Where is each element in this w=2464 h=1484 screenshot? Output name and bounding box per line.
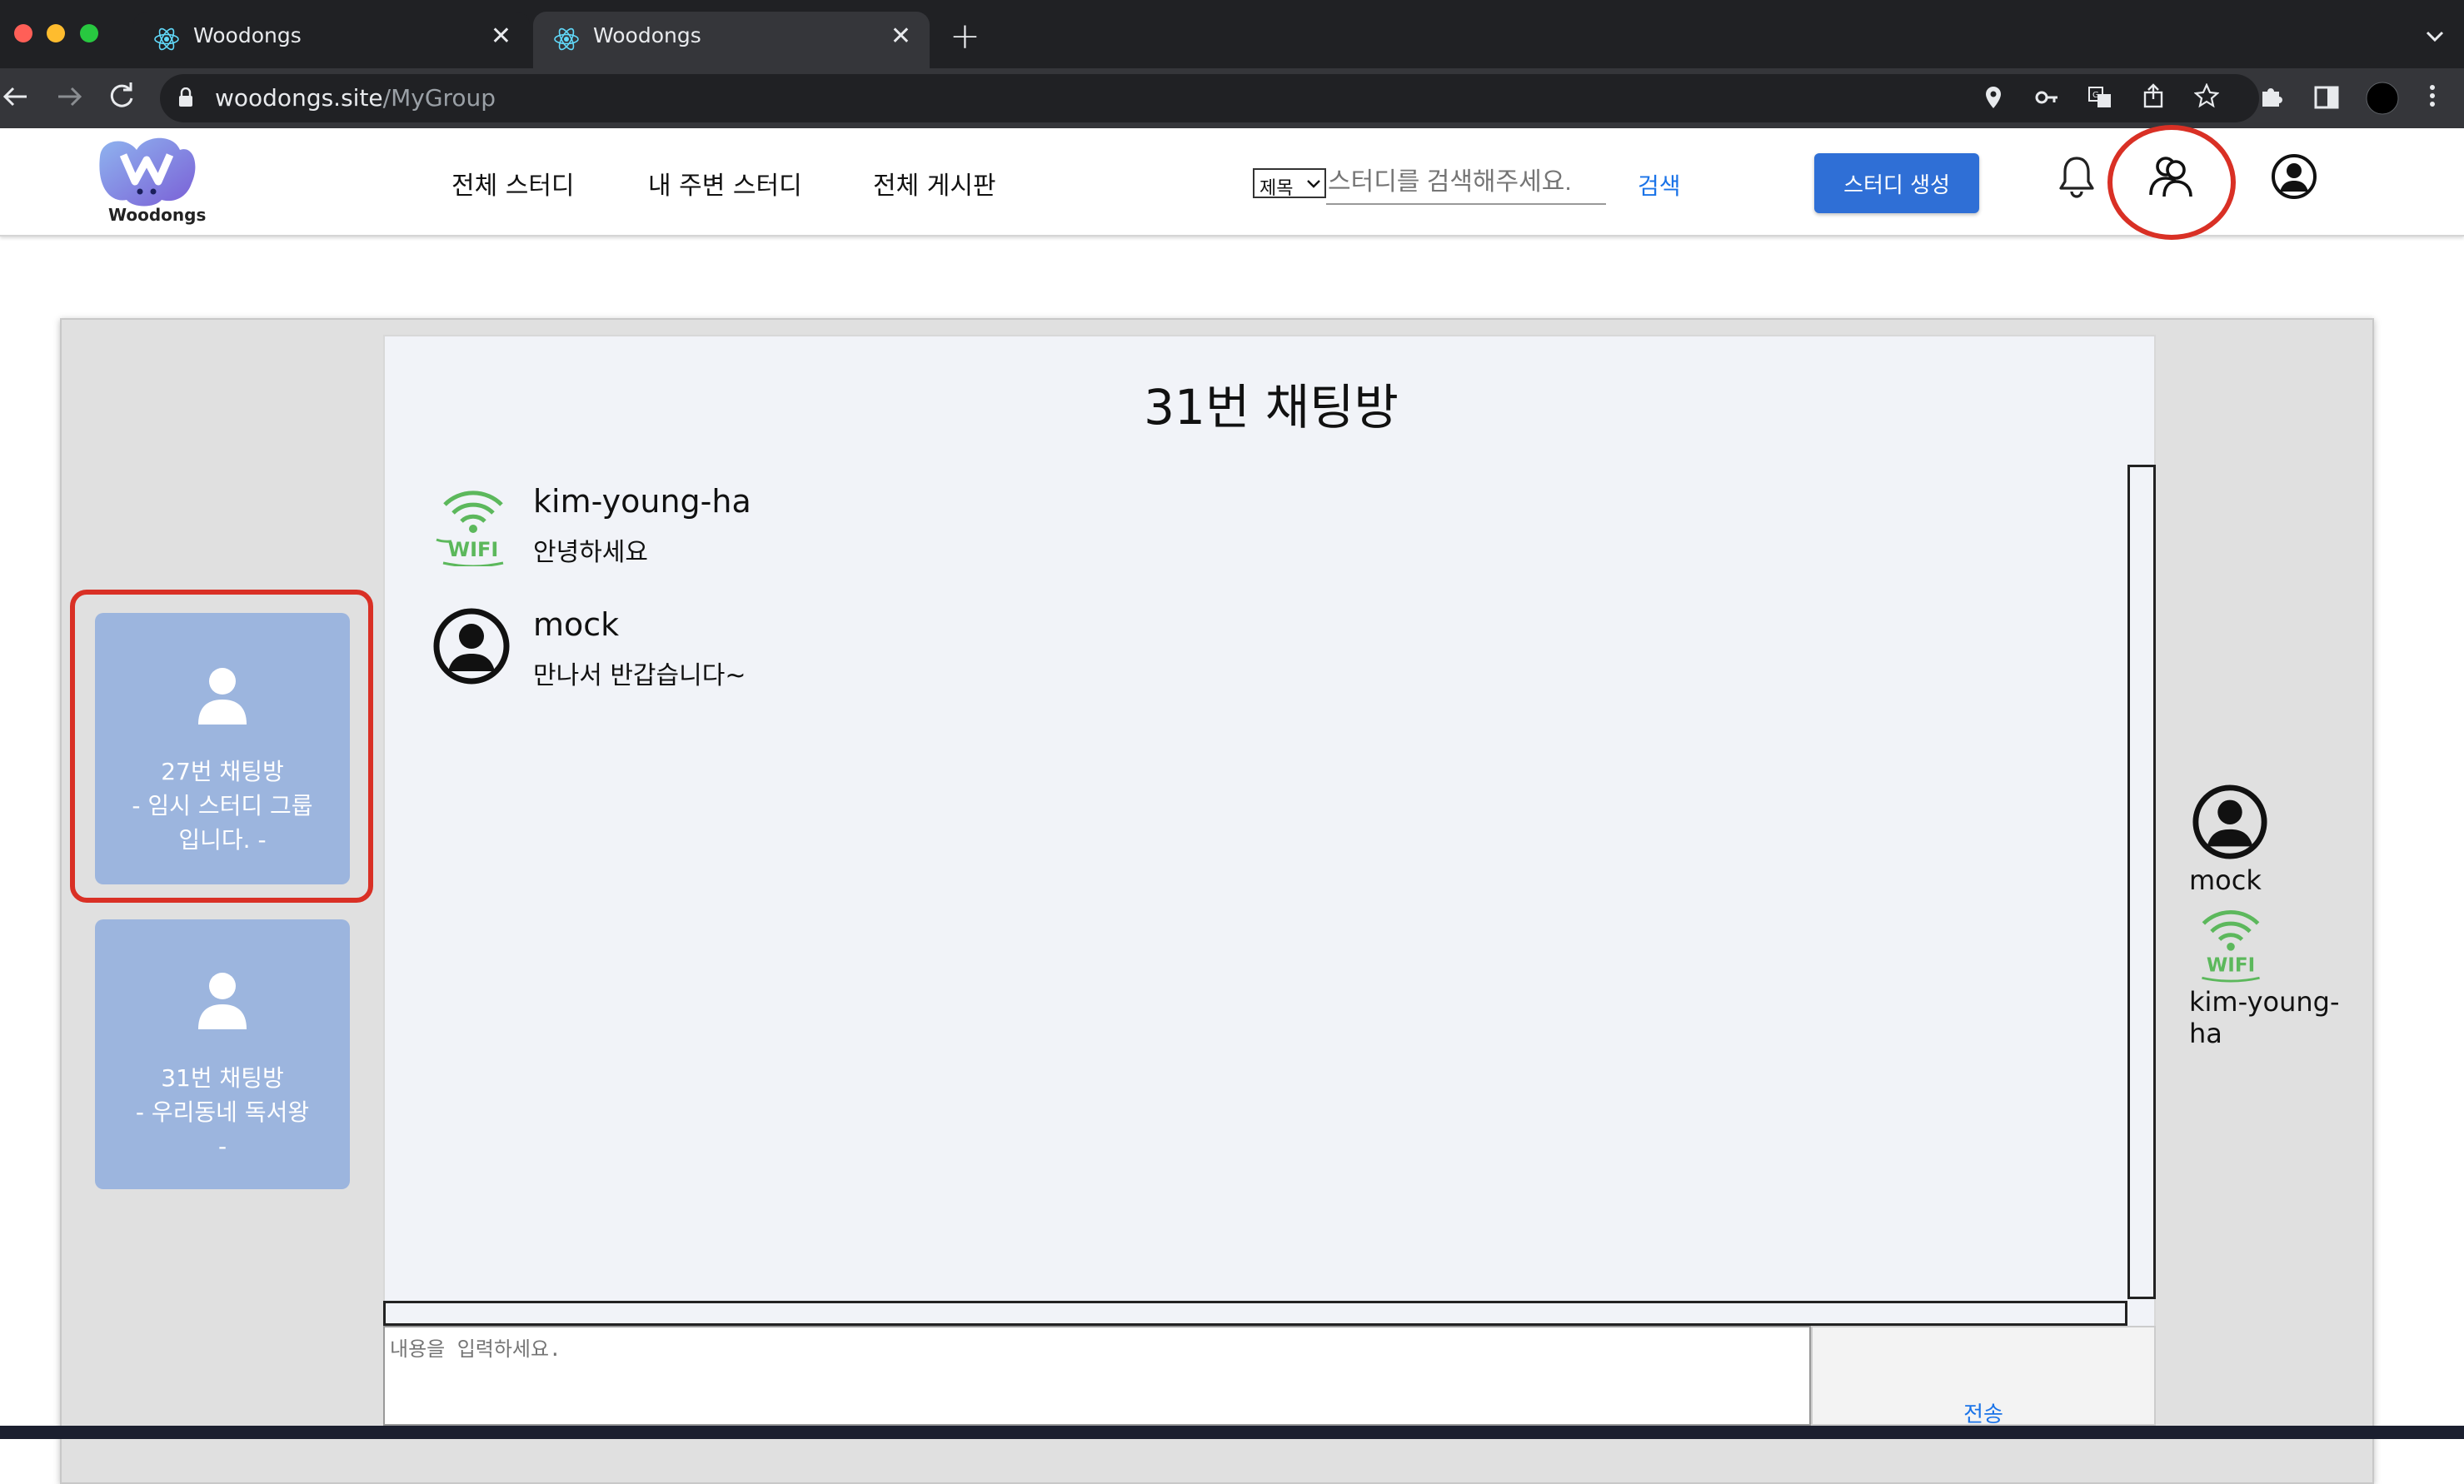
annotation-highlight-box <box>70 590 373 903</box>
wifi-avatar-icon: WIFI <box>436 491 504 566</box>
new-tab-button[interactable]: + <box>950 15 980 57</box>
annotation-highlight-circle <box>2107 125 2236 240</box>
member-item: WIFI kim-young-ha <box>2189 903 2347 1049</box>
reload-icon[interactable] <box>105 80 138 113</box>
browser-tab[interactable]: Woodongs ✕ <box>133 12 530 68</box>
browser-address-bar: woodongs.site/MyGroup G <box>0 68 2464 128</box>
close-window-button[interactable] <box>14 24 32 42</box>
room-subtitle-cont: - <box>217 1133 227 1160</box>
share-icon[interactable] <box>2141 83 2166 108</box>
extensions-icon[interactable] <box>2259 83 2284 108</box>
close-tab-icon[interactable]: ✕ <box>890 22 911 51</box>
url-text: woodongs.site/MyGroup <box>215 84 496 112</box>
room-subtitle: - 우리동네 독서왕 <box>135 1098 310 1126</box>
close-tab-icon[interactable]: ✕ <box>491 22 511 51</box>
message-input[interactable] <box>383 1326 1811 1426</box>
send-button[interactable]: 전송 <box>1811 1326 2156 1427</box>
message-username: mock <box>533 606 620 643</box>
chat-scrollbar[interactable] <box>2127 465 2156 1299</box>
url-host: woodongs.site <box>215 84 383 112</box>
chat-input-row: 전송 <box>383 1326 2156 1427</box>
svg-text:G: G <box>2092 91 2099 100</box>
chat-horizontal-scrollbar[interactable] <box>383 1301 2127 1326</box>
browser-tab-bar: Woodongs ✕ Woodongs ✕ + <box>0 0 2464 68</box>
translate-icon[interactable]: G <box>2087 85 2112 110</box>
message-text: 안녕하세요 <box>533 538 648 567</box>
url-bar[interactable]: woodongs.site/MyGroup <box>160 74 2259 122</box>
url-path: /MyGroup <box>382 84 496 112</box>
search-input[interactable] <box>1326 162 1606 205</box>
lock-icon <box>179 87 192 107</box>
chat-room-title: 31번 채팅방 <box>1144 379 1399 436</box>
bookmark-star-icon[interactable] <box>2194 83 2219 108</box>
location-icon[interactable] <box>1981 85 2006 110</box>
message-text: 만나서 반갑습니다~ <box>533 661 746 690</box>
react-favicon-icon <box>154 27 179 51</box>
member-name: kim-young-ha <box>2189 986 2340 1049</box>
browser-tab-active[interactable]: Woodongs ✕ <box>533 12 930 68</box>
member-item: mock <box>2189 783 2347 896</box>
chevron-down-icon <box>1307 180 1320 188</box>
tab-title: Woodongs <box>193 23 302 47</box>
nav-nearby-studies[interactable]: 내 주변 스터디 <box>648 165 802 202</box>
create-study-button[interactable]: 스터디 생성 <box>1814 153 1979 213</box>
maximize-window-button[interactable] <box>80 24 98 42</box>
svg-text:WIFI: WIFI <box>2207 955 2255 977</box>
bell-icon[interactable] <box>2057 153 2096 200</box>
forward-icon[interactable] <box>52 80 85 113</box>
tab-title: Woodongs <box>593 23 701 47</box>
user-circle-avatar-icon <box>433 608 510 685</box>
key-icon[interactable] <box>2034 85 2059 110</box>
os-dock-strip <box>0 1426 2464 1439</box>
search-type-value: 제목 <box>1259 178 1294 199</box>
message-username: kim-young-ha <box>533 483 751 520</box>
search-type-select[interactable]: 제목 <box>1253 168 1326 199</box>
minimize-window-button[interactable] <box>47 24 65 42</box>
nav-all-board[interactable]: 전체 게시판 <box>873 165 996 202</box>
menu-icon[interactable] <box>2424 83 2441 108</box>
svg-text:WIFI: WIFI <box>448 538 499 561</box>
person-icon <box>198 973 247 1029</box>
tab-search-chevron-icon[interactable] <box>2424 25 2446 47</box>
wifi-avatar-icon: WIFI <box>2202 910 2260 983</box>
chat-panel: 31번 채팅방 WIFI kim-young-ha 안녕하세요 mock 만나서… <box>383 335 2156 1409</box>
react-favicon-icon <box>554 27 579 51</box>
back-icon[interactable] <box>0 80 33 113</box>
user-circle-avatar-icon <box>2192 784 2267 859</box>
user-circle-icon[interactable] <box>2271 153 2317 200</box>
nav-all-studies[interactable]: 전체 스터디 <box>451 165 575 202</box>
profile-icon[interactable] <box>2366 82 2399 115</box>
search-button[interactable]: 검색 <box>1638 168 1681 202</box>
chat-room-card[interactable]: 31번 채팅방 - 우리동네 독서왕 - <box>95 919 350 1189</box>
room-title: 31번 채팅방 <box>161 1064 284 1092</box>
sidepanel-icon[interactable] <box>2314 85 2339 110</box>
site-header: Woodongs 전체 스터디 내 주변 스터디 전체 게시판 제목 검색 스터… <box>0 128 2464 237</box>
member-name: mock <box>2189 864 2262 896</box>
logo-text: Woodongs <box>108 205 207 225</box>
